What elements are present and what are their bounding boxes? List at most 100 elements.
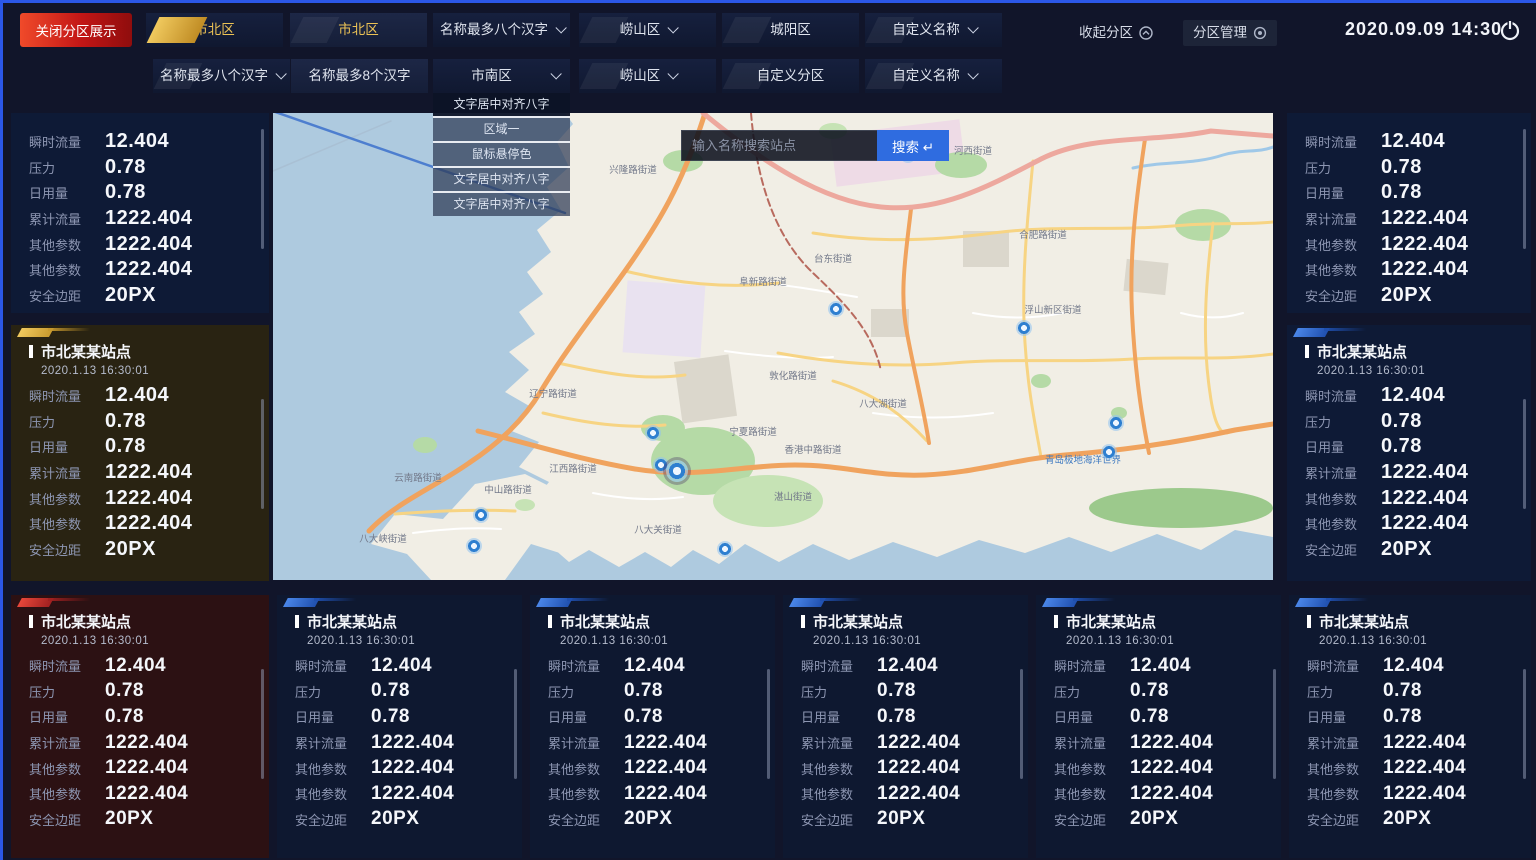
station-card-left-olive: 市北某某站点 2020.1.13 16:30:01 瞬时流量12.404压力0.… (11, 325, 269, 581)
gear-icon (1253, 26, 1267, 40)
metric-row: 其他参数1222.404 (1054, 755, 1271, 781)
metric-row: 瞬时流量12.404 (29, 653, 259, 679)
tab-shade (723, 17, 772, 43)
metric-label: 其他参数 (548, 759, 624, 778)
station-marker[interactable] (1101, 444, 1117, 460)
search-input[interactable] (681, 130, 877, 161)
metric-row: 压力0.78 (29, 679, 259, 705)
dropdown-item[interactable]: 鼠标悬停色 (433, 141, 570, 166)
chevron-down-icon (275, 68, 286, 79)
metric-label: 累计流量 (1307, 733, 1383, 752)
corner-decoration (280, 598, 370, 608)
metric-value: 1222.404 (371, 757, 454, 779)
metric-row: 日用量0.78 (1305, 434, 1521, 460)
tab-shibei-2[interactable]: 市北区 (290, 13, 427, 47)
metric-row: 瞬时流量12.404 (295, 653, 512, 679)
scrollbar[interactable] (1020, 669, 1023, 779)
metric-label: 安全边距 (29, 286, 105, 305)
metric-row: 安全边距20PX (1054, 807, 1271, 833)
metrics-list: 瞬时流量12.404压力0.78日用量0.78累计流量1222.404其他参数1… (11, 647, 269, 832)
scrollbar[interactable] (1523, 669, 1526, 779)
city-map[interactable]: 河西街道兴隆路街道合肥路街道浮山新区街道台东街道阜新路街道敦化路街道八大湖街道辽… (273, 113, 1273, 580)
station-marker[interactable] (466, 538, 482, 554)
scrollbar[interactable] (261, 399, 264, 509)
tab2-laoshan[interactable]: 崂山区 (579, 59, 716, 93)
metric-row: 累计流量1222.404 (29, 730, 259, 756)
corner-decoration (14, 328, 104, 338)
scrollbar[interactable] (1523, 129, 1526, 249)
station-marker[interactable] (1108, 415, 1124, 431)
scrollbar[interactable] (514, 669, 517, 779)
station-marker[interactable] (828, 301, 844, 317)
tab2-name-max8b[interactable]: 名称最多8个汉字 (291, 59, 428, 93)
metric-label: 其他参数 (1305, 489, 1381, 508)
metric-row: 其他参数1222.404 (801, 755, 1018, 781)
tab2-name-max8[interactable]: 名称最多八个汉字 (153, 59, 290, 93)
metric-label: 累计流量 (295, 733, 371, 752)
metric-value: 12.404 (1383, 655, 1444, 677)
title-bullet-icon (295, 615, 299, 628)
tab-label: 崂山区 (620, 22, 661, 37)
tab2-custom-zone[interactable]: 自定义分区 (722, 59, 859, 93)
station-marker[interactable] (473, 507, 489, 523)
tab-shibei-active[interactable]: 市北区 (146, 13, 283, 47)
metric-label: 瞬时流量 (1054, 656, 1130, 675)
metric-value: 20PX (624, 808, 672, 830)
station-marker[interactable] (717, 541, 733, 557)
metric-value: 20PX (877, 808, 925, 830)
metric-value: 1222.404 (1381, 207, 1468, 230)
metric-value: 12.404 (877, 655, 938, 677)
scrollbar[interactable] (1523, 399, 1526, 509)
metric-label: 瞬时流量 (1305, 132, 1381, 151)
metric-row: 安全边距20PX (29, 283, 259, 309)
scrollbar[interactable] (767, 669, 770, 779)
scrollbar[interactable] (1273, 669, 1276, 779)
metric-label: 安全边距 (295, 810, 371, 829)
metric-value: 12.404 (371, 655, 432, 677)
metrics-list: 瞬时流量12.404压力0.78日用量0.78累计流量1222.404其他参数1… (783, 647, 1028, 832)
metric-label: 其他参数 (1054, 759, 1130, 778)
tab2-shinan-open[interactable]: 市南区 (433, 59, 570, 93)
tab2-custom-name[interactable]: 自定义名称 (865, 59, 1002, 93)
metric-value: 1222.404 (105, 757, 188, 779)
metric-row: 安全边距20PX (548, 807, 765, 833)
tab-name-max8[interactable]: 名称最多八个汉字 (433, 13, 570, 47)
collapse-partitions-button[interactable]: 收起分区 (1079, 20, 1153, 46)
metric-row: 其他参数1222.404 (29, 231, 259, 257)
metric-row: 日用量0.78 (548, 704, 765, 730)
station-title: 市北某某站点 (801, 611, 1028, 632)
dropdown-item[interactable]: 文字居中对齐八字 (433, 93, 570, 116)
metric-row: 其他参数1222.404 (1305, 257, 1521, 283)
metric-row: 累计流量1222.404 (29, 206, 259, 232)
metric-value: 20PX (1381, 284, 1432, 307)
power-button[interactable] (1497, 18, 1523, 44)
metric-label: 其他参数 (29, 489, 105, 508)
metric-label: 压力 (295, 682, 371, 701)
metric-label: 日用量 (295, 707, 371, 726)
metric-label: 其他参数 (29, 235, 105, 254)
station-timestamp: 2020.1.13 16:30:01 (560, 635, 775, 647)
metric-row: 瞬时流量12.404 (1054, 653, 1271, 679)
dropdown-item[interactable]: 区域一 (433, 116, 570, 141)
tab-label: 自定义名称 (892, 22, 960, 37)
metric-label: 日用量 (548, 707, 624, 726)
partition-manage-button[interactable]: 分区管理 (1183, 20, 1277, 46)
metric-value: 1222.404 (1381, 258, 1468, 281)
stats-panel-right-top: 瞬时流量12.404压力0.78日用量0.78累计流量1222.404其他参数1… (1287, 113, 1531, 313)
dropdown-item[interactable]: 文字居中对齐八字 (433, 191, 570, 216)
tab-chengyang[interactable]: 城阳区 (722, 13, 859, 47)
tab-laoshan[interactable]: 崂山区 (579, 13, 716, 47)
metric-row: 累计流量1222.404 (1305, 206, 1521, 232)
scrollbar[interactable] (261, 129, 264, 249)
metric-value: 0.78 (105, 435, 146, 458)
station-marker[interactable] (645, 425, 661, 441)
tab-custom-name-1[interactable]: 自定义名称 (865, 13, 1002, 47)
search-button[interactable]: 搜索 ↵ (877, 130, 949, 161)
station-marker[interactable] (1016, 320, 1032, 336)
metric-row: 其他参数1222.404 (29, 781, 259, 807)
metric-label: 压力 (1054, 682, 1130, 701)
scrollbar[interactable] (261, 669, 264, 779)
close-partition-button[interactable]: 关闭分区展示 (20, 13, 132, 47)
dropdown-item[interactable]: 文字居中对齐八字 (433, 166, 570, 191)
metric-label: 其他参数 (1054, 784, 1130, 803)
